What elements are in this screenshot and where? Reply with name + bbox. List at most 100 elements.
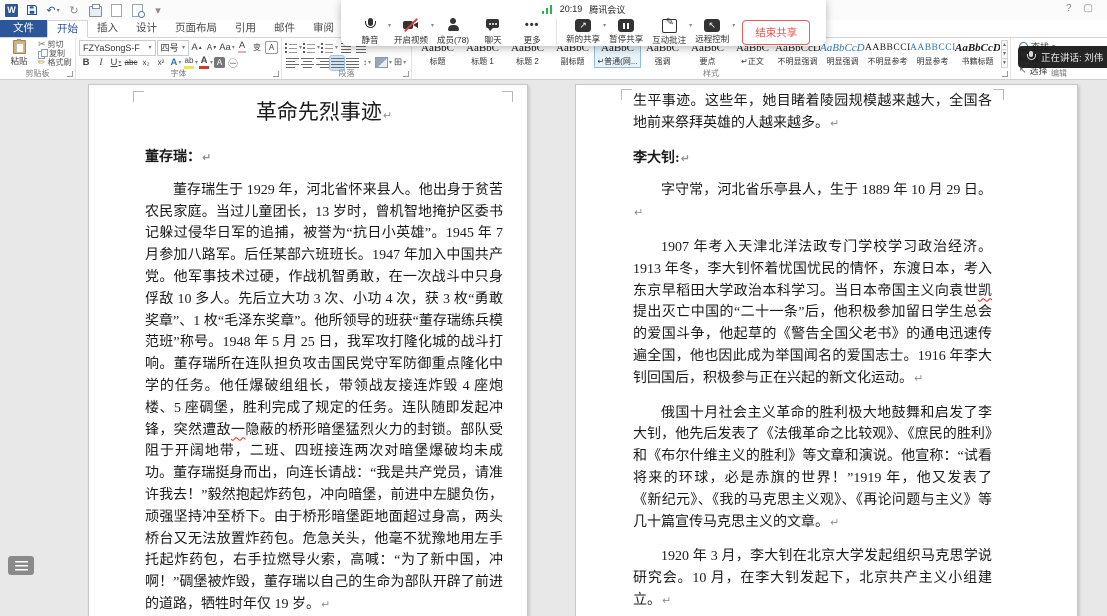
annotation-panel-toggle[interactable]	[8, 556, 34, 575]
underline-button[interactable]: U▾	[109, 56, 123, 70]
ribbon-display-options-icon[interactable]: ▢	[1084, 3, 1093, 14]
bold-button[interactable]: B	[79, 56, 93, 70]
text-run: 隐蔽的桥形暗堡猛烈火力的封锁。部队受阻于开阔地带，二班、四班接连两次对暗堡爆破均…	[145, 423, 503, 612]
dropdown-caret-icon[interactable]: ▾	[431, 22, 434, 29]
style-label: 副标题	[550, 57, 595, 67]
new-document-icon[interactable]	[109, 3, 123, 17]
paragraph[interactable]: 1907 年考入天津北洋法政专门学校学习政治经济。1913 年冬，李大钊怀着忧国…	[633, 237, 992, 390]
ribbon-tab-4[interactable]: 页面布局	[166, 20, 226, 37]
chat-button[interactable]: 聊天	[478, 17, 508, 46]
shading-button[interactable]: ▾	[375, 56, 392, 70]
ribbon-tab-7[interactable]: 审阅	[304, 20, 343, 37]
paragraph[interactable]: 俄国十月社会主义革命的胜利极大地鼓舞和启发了李大钊，他先后发表了《法俄革命之比较…	[633, 403, 992, 534]
subscript-button[interactable]: x₂	[139, 56, 153, 70]
distribute-button[interactable]	[345, 56, 359, 70]
text-run: 1920 年 3 月，李大钊在北京大学发起组织马克思学说研究会。10 月，在李大…	[633, 549, 992, 608]
ribbon-tab-6[interactable]: 邮件	[265, 20, 304, 37]
document-page-left[interactable]: 革命先烈事迹↵ 董存瑞：↵ 董存瑞生于 1929 年，河北省怀来县人。他出身于贫苦…	[88, 84, 528, 616]
end-share-button[interactable]: 结束共享	[742, 20, 810, 45]
borders-button[interactable]: ⊞▾	[393, 56, 407, 70]
dropdown-caret-icon[interactable]: ▾	[388, 22, 391, 29]
ribbon-tab-1[interactable]: 开始	[47, 20, 88, 38]
document-title[interactable]: 革命先烈事迹↵	[145, 97, 503, 131]
document-page-right[interactable]: 生平事迹。这些年，她目睹着陵园规模越来越大，全国各地前来祭拜英雄的人越来越多。↵…	[575, 84, 1078, 616]
font-family-combo[interactable]: FZYaSongS-F▾	[79, 40, 156, 56]
paragraph[interactable]: 1920 年 3 月，李大钊在北京大学发起组织马克思学说研究会。10 月，在李大…	[633, 546, 992, 611]
clear-formatting-button[interactable]: A	[235, 41, 249, 55]
annotation-button[interactable]: ▾互动批注	[652, 17, 686, 46]
quick-print-icon[interactable]	[88, 3, 102, 17]
grow-font-button[interactable]: A▲	[190, 41, 204, 55]
text-effects-button[interactable]: A▾	[169, 56, 183, 70]
ribbon-tab-3[interactable]: 设计	[127, 20, 166, 37]
style-preview: AaBbCcD.	[820, 40, 865, 57]
character-shading-button[interactable]: A	[214, 57, 225, 68]
styles-dialog-launcher[interactable]	[1002, 71, 1008, 77]
enclose-characters-button[interactable]: ㊀	[226, 56, 240, 70]
dropdown-caret-icon[interactable]: ▾	[689, 22, 692, 29]
paragraph-dialog-launcher[interactable]	[403, 71, 409, 77]
meeting-buttons: ▾静音 ▾开启视频成员(78) 聊天 •••更多 ↗▾新的共享暂停共享 ▾互动批注 ↖▾远程…	[341, 15, 826, 46]
members-button[interactable]: 成员(78)	[437, 17, 469, 46]
character-border-button[interactable]: A	[265, 41, 278, 54]
text-run: 1907 年考入天津北洋法政专门学校学习政治经济。1913 年冬，李大钊怀着忧国…	[633, 240, 992, 299]
shrink-font-button[interactable]: A▼	[205, 41, 219, 55]
clipboard-dialog-launcher[interactable]	[67, 71, 73, 77]
paragraph[interactable]: 董存瑞生于 1929 年，河北省怀来县人。他出身于贫苦农民家庭。当过儿童团长，1…	[145, 180, 503, 616]
text-run: 俄国十月社会主义革命的胜利极大地鼓舞和启发了李大钊，他先后发表了《法俄革命之比较…	[633, 406, 992, 530]
phonetic-guide-button[interactable]: 变	[250, 41, 264, 55]
redo-icon[interactable]: ↻	[67, 3, 81, 17]
style-gallery-item-11[interactable]: AABBCCI明显参考	[910, 40, 955, 67]
section-heading[interactable]: 李大钊:↵	[633, 148, 992, 170]
style-label: 强调	[640, 57, 685, 67]
camera-off-button[interactable]: ▾开启视频	[394, 17, 428, 46]
ribbon-tab-file[interactable]: 文件	[0, 20, 47, 37]
paragraph[interactable]: 生平事迹。这些年，她目睹着陵园规模越来越大，全国各地前来祭拜英雄的人越来越多。↵	[633, 91, 992, 135]
style-gallery-item-10[interactable]: AABBCCD不明显参考	[865, 40, 910, 67]
format-painter-button[interactable]: ✏格式刷	[38, 58, 72, 67]
multilevel-list-button[interactable]: ▾	[321, 41, 338, 55]
justify-button[interactable]	[330, 56, 344, 70]
dropdown-caret-icon[interactable]: ▾	[603, 22, 606, 29]
print-preview-icon[interactable]	[130, 3, 144, 17]
strikethrough-button[interactable]: abc	[124, 56, 138, 70]
highlight-color-button[interactable]: ab▾	[184, 56, 198, 70]
line-spacing-button[interactable]: ↕▾	[360, 56, 374, 70]
superscript-button[interactable]: x²	[154, 56, 168, 70]
mic-button[interactable]: ▾静音	[355, 17, 385, 46]
align-right-button[interactable]	[315, 56, 329, 70]
more-button[interactable]: •••更多	[517, 17, 547, 46]
paste-button[interactable]: 粘贴	[3, 40, 35, 67]
font-size-combo[interactable]: 四号▾	[157, 40, 189, 56]
ribbon-tab-5[interactable]: 引用	[226, 20, 265, 37]
document-area: 革命先烈事迹↵ 董存瑞：↵ 董存瑞生于 1929 年，河北省怀来县人。他出身于贫苦…	[0, 80, 1107, 616]
speaking-mic-icon	[1026, 51, 1036, 63]
undo-caret-icon[interactable]: ▾	[57, 7, 60, 14]
ribbon-tab-2[interactable]: 插入	[88, 20, 127, 37]
save-icon[interactable]	[25, 3, 39, 17]
numbering-button[interactable]: ▾	[303, 41, 320, 55]
align-left-button[interactable]	[285, 56, 299, 70]
italic-button[interactable]: I	[94, 56, 108, 70]
dropdown-caret-icon[interactable]: ▾	[732, 22, 735, 29]
gallery-more-icon[interactable]: ▼	[1001, 58, 1008, 68]
paragraph[interactable]: 字守常，河北省乐亭县人，生于 1889 年 10 月 29 日。↵	[633, 180, 992, 224]
style-label: 标题 1	[460, 57, 505, 67]
right-page-content: 生平事迹。这些年，她目睹着陵园规模越来越大，全国各地前来祭拜英雄的人越来越多。↵…	[633, 91, 992, 616]
change-case-button[interactable]: Aa▾	[220, 41, 234, 55]
customize-toolbar-icon[interactable]: ▾	[151, 3, 165, 17]
distribute-icon	[346, 57, 359, 68]
align-center-button[interactable]	[300, 56, 314, 70]
remote-control-button[interactable]: ↖▾远程控制	[695, 17, 729, 45]
help-icon[interactable]: ?	[1066, 3, 1072, 14]
undo-icon[interactable]: ↶▾	[46, 3, 60, 17]
pause-share-button[interactable]: 暂停共享	[609, 17, 643, 45]
style-gallery-item-9[interactable]: AaBbCcD.明显强调	[820, 40, 865, 67]
font-dialog-launcher[interactable]	[273, 71, 279, 77]
section-heading[interactable]: 董存瑞：↵	[145, 147, 503, 169]
font-color-button[interactable]: A▾	[199, 56, 213, 70]
new-share-button[interactable]: ↗▾新的共享	[566, 17, 600, 45]
style-gallery-item-12[interactable]: AaBbCcD.书籍标题	[955, 40, 1000, 67]
bullets-button[interactable]: ▾	[285, 41, 302, 55]
meeting-button-label: 新的共享	[566, 33, 600, 45]
